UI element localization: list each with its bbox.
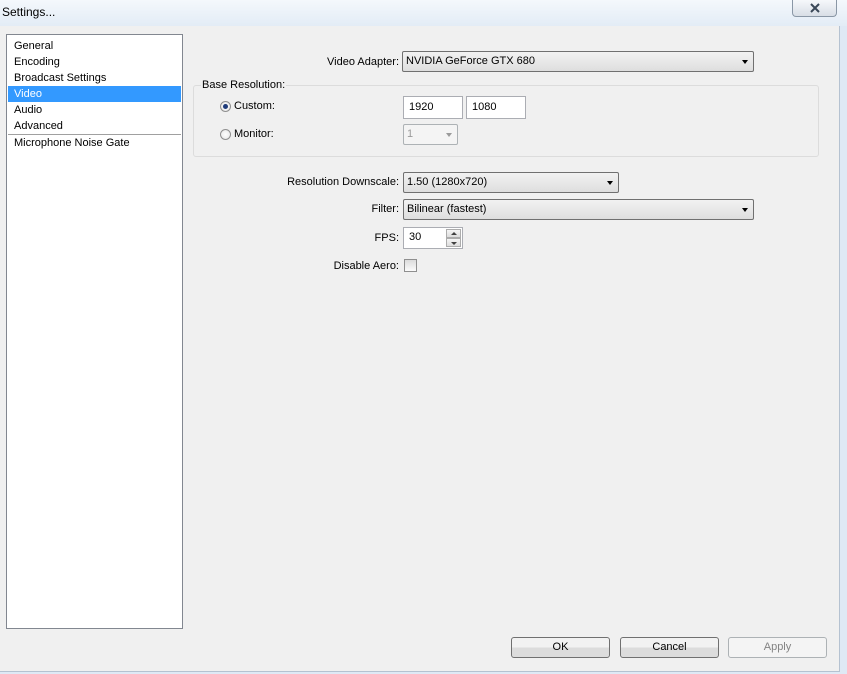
resolution-width-input[interactable]: 1920 <box>403 96 463 119</box>
custom-resolution-radio[interactable]: Custom: <box>220 100 275 112</box>
resolution-downscale-value: 1.50 (1280x720) <box>407 176 488 188</box>
radio-checked-icon <box>220 100 231 112</box>
video-adapter-dropdown[interactable]: NVIDIA GeForce GTX 680 <box>402 51 754 72</box>
video-adapter-label: Video Adapter: <box>327 56 399 68</box>
chevron-down-icon <box>446 133 452 137</box>
filter-dropdown[interactable]: Bilinear (fastest) <box>403 199 754 220</box>
sidebar-item-video[interactable]: Video <box>8 86 181 102</box>
settings-category-list[interactable]: General Encoding Broadcast Settings Vide… <box>6 34 183 629</box>
custom-resolution-label: Custom: <box>234 100 275 112</box>
fps-label: FPS: <box>374 232 399 244</box>
radio-unchecked-icon <box>220 128 231 140</box>
base-resolution-label: Base Resolution: <box>201 79 287 91</box>
sidebar-item-encoding[interactable]: Encoding <box>8 54 181 70</box>
sidebar-item-broadcast-settings[interactable]: Broadcast Settings <box>8 70 181 86</box>
cancel-button[interactable]: Cancel <box>620 637 719 658</box>
sidebar-item-audio[interactable]: Audio <box>8 102 181 118</box>
sidebar-item-microphone-noise-gate[interactable]: Microphone Noise Gate <box>8 135 181 151</box>
resolution-downscale-dropdown[interactable]: 1.50 (1280x720) <box>403 172 619 193</box>
dialog-client: General Encoding Broadcast Settings Vide… <box>0 26 840 672</box>
chevron-down-icon <box>742 208 748 212</box>
monitor-resolution-radio[interactable]: Monitor: <box>220 128 274 140</box>
fps-spinbox[interactable]: 30 <box>403 227 463 249</box>
disable-aero-checkbox[interactable] <box>404 259 417 272</box>
chevron-down-icon <box>451 242 457 245</box>
monitor-dropdown[interactable]: 1 <box>403 124 458 145</box>
resolution-height-input[interactable]: 1080 <box>466 96 526 119</box>
chevron-down-icon <box>607 181 613 185</box>
disable-aero-label: Disable Aero: <box>333 260 399 272</box>
filter-value: Bilinear (fastest) <box>407 203 487 215</box>
filter-label: Filter: <box>371 203 400 215</box>
chevron-down-icon <box>742 60 748 64</box>
sidebar-item-general[interactable]: General <box>8 38 181 54</box>
monitor-resolution-label: Monitor: <box>234 128 274 140</box>
sidebar-item-advanced[interactable]: Advanced <box>8 118 181 134</box>
close-button[interactable] <box>792 0 837 17</box>
fps-increment-button[interactable] <box>446 229 461 238</box>
resolution-downscale-label: Resolution Downscale: <box>287 176 399 188</box>
ok-button[interactable]: OK <box>511 637 610 658</box>
fps-decrement-button[interactable] <box>446 238 461 247</box>
title-bar[interactable]: Settings... <box>0 0 847 26</box>
chevron-up-icon <box>451 232 457 235</box>
window-title: Settings... <box>2 5 56 19</box>
apply-button[interactable]: Apply <box>728 637 827 658</box>
close-icon <box>809 3 820 13</box>
monitor-value: 1 <box>407 128 414 140</box>
video-adapter-value: NVIDIA GeForce GTX 680 <box>406 55 535 67</box>
fps-input[interactable]: 30 <box>409 231 421 243</box>
